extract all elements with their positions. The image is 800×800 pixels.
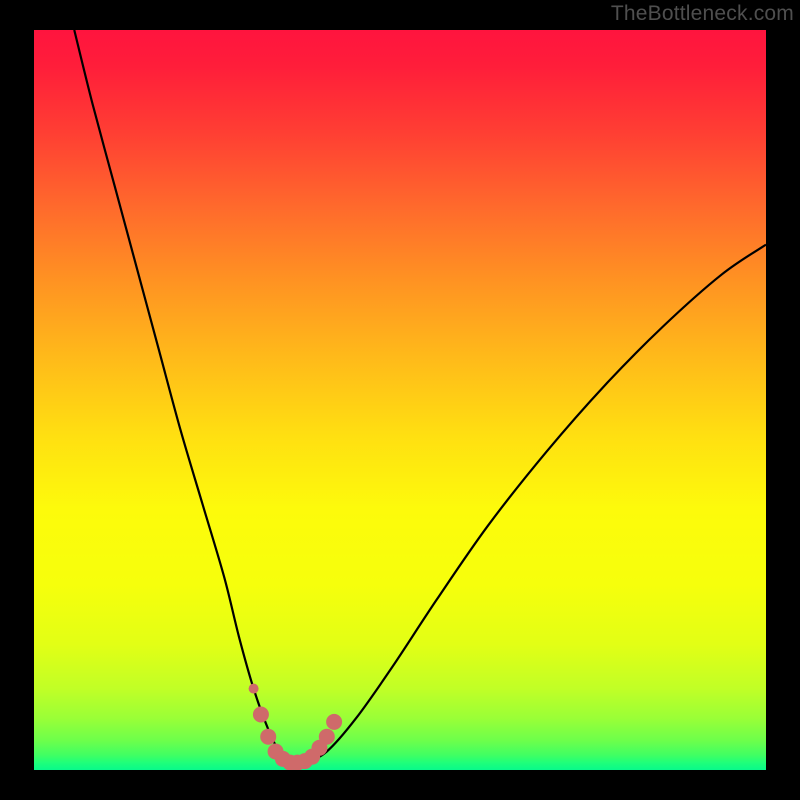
marker-dot [326, 714, 342, 730]
chart-frame: TheBottleneck.com [0, 0, 800, 800]
marker-dot [260, 729, 276, 745]
highlighted-range-markers [34, 30, 766, 770]
marker-dot [319, 729, 335, 745]
plot-area [34, 30, 766, 770]
marker-dot [249, 684, 259, 694]
watermark-text: TheBottleneck.com [611, 2, 794, 26]
marker-dot [253, 707, 269, 723]
